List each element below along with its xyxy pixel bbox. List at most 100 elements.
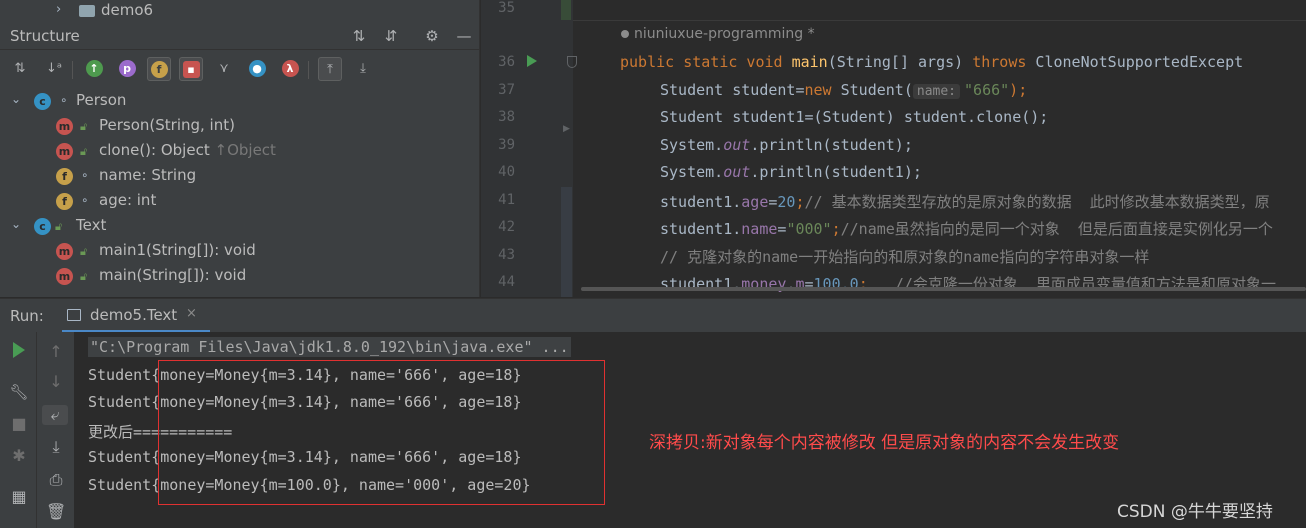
keyword: public static void: [620, 53, 792, 71]
chevron-right-icon[interactable]: ›: [56, 2, 61, 17]
tree-item-person-class[interactable]: ⌄ c ∘ Person: [0, 89, 479, 114]
code-editor[interactable]: 35 36 37 38 39 40 41 42 43 44 ▶ niuniuxu…: [481, 0, 1306, 297]
static-field: out: [723, 163, 751, 181]
tree-item-main1-method[interactable]: m 🔓︎ main1(String[]): void: [0, 239, 479, 264]
show-fields-icon[interactable]: f: [147, 57, 171, 81]
string-literal: "000": [786, 220, 832, 238]
keyword: throws: [972, 53, 1027, 71]
collapse-all-icon[interactable]: ⇵: [381, 26, 401, 46]
tree-item-name-field[interactable]: f ∘ name: String: [0, 164, 479, 189]
method-icon: m: [56, 118, 73, 135]
tree-item-label: Person: [76, 91, 127, 109]
author-hint[interactable]: niuniuxue-programming *: [621, 26, 815, 42]
code-line-40[interactable]: System.out.println(student1);: [660, 163, 922, 181]
tree-item-person-constructor[interactable]: m 🔓︎ Person(String, int): [0, 114, 479, 139]
line-number: 38: [498, 109, 515, 125]
line-number: 41: [498, 192, 515, 208]
expand-all-icon[interactable]: ⇅: [349, 26, 369, 46]
gear-icon[interactable]: ⚙: [422, 26, 442, 46]
console-command[interactable]: "C:\Program Files\Java\jdk1.8.0_192\bin\…: [88, 337, 571, 357]
chevron-down-icon[interactable]: ⌄: [11, 92, 21, 106]
tree-item-label: clone(): Object: [99, 141, 210, 159]
override-suffix: ↑Object: [214, 141, 276, 159]
code-line-41[interactable]: student1.age=20;// 基本数据类型存放的是原对象的数据 此时修改…: [660, 191, 1270, 212]
wrench-icon[interactable]: 🔧︎: [9, 382, 29, 402]
show-inherited-icon[interactable]: ↑: [82, 57, 106, 81]
console-line: "C:\Program Files\Java\jdk1.8.0_192\bin\…: [88, 337, 571, 357]
show-lambdas-icon[interactable]: λ: [278, 57, 302, 81]
line-number: 44: [498, 274, 515, 290]
trash-icon[interactable]: 🗑︎: [46, 502, 66, 522]
tree-item-age-field[interactable]: f ∘ age: int: [0, 189, 479, 214]
comment: //name虽然指向的是同一个对象 但是后面直接是实例化另一个: [840, 220, 1273, 238]
show-anonymous-icon[interactable]: ⋎: [212, 57, 236, 81]
minimize-icon[interactable]: —: [454, 26, 474, 46]
rerun-icon[interactable]: [13, 342, 25, 358]
watermark: CSDN @牛牛要坚持: [1117, 502, 1273, 522]
arrow-up-icon[interactable]: ↑: [46, 342, 66, 362]
structure-header: Structure ⇅ ⇵ ⚙ —: [0, 22, 479, 50]
fold-arrow-icon[interactable]: ▶: [563, 124, 570, 134]
code-text: ;: [831, 220, 841, 238]
keyword: new: [804, 81, 832, 99]
code-line-42[interactable]: student1.name="000";//name虽然指向的是同一个对象 但是…: [660, 218, 1273, 239]
arrow-down-icon[interactable]: ↓: [46, 372, 66, 392]
navigate-to-source-icon[interactable]: ⤓: [351, 57, 375, 81]
run-toolbar-primary: 🔧︎ ■ ✱ ▦: [0, 332, 37, 528]
code-line-37[interactable]: Student student=new Student(name: "666");: [660, 81, 1027, 99]
chevron-down-icon[interactable]: ⌄: [11, 217, 21, 231]
tree-item-label-wrap: clone(): Object ↑Object: [99, 141, 276, 159]
line-number: 42: [498, 219, 515, 235]
method-separator: [573, 20, 1306, 21]
structure-title: Structure: [10, 27, 80, 45]
console-output[interactable]: "C:\Program Files\Java\jdk1.8.0_192\bin\…: [74, 332, 1306, 528]
code-text: Student(: [831, 81, 913, 99]
run-gutter-icon[interactable]: [527, 55, 537, 67]
stop-icon[interactable]: ■: [9, 414, 29, 434]
tree-item-label: Text: [76, 216, 107, 234]
vcs-modified-marker: [561, 187, 572, 297]
project-tree-item-demo6[interactable]: › demo6: [0, 0, 479, 22]
run-panel-header: Run: demo5.Text ×: [0, 298, 1306, 333]
code-line-39[interactable]: System.out.println(student);: [660, 136, 913, 154]
layout-icon[interactable]: ▦: [9, 487, 29, 507]
show-lambdas-circle-icon[interactable]: ●: [245, 57, 269, 81]
sort-alphabetically-icon[interactable]: ↓ᵃ: [42, 57, 66, 81]
close-icon[interactable]: ×: [186, 306, 197, 321]
sort-by-visibility-icon[interactable]: ⇅: [8, 57, 32, 81]
folder-icon: [79, 5, 95, 17]
tree-item-label: main1(String[]): void: [99, 241, 256, 259]
tree-item-label: age: int: [99, 191, 157, 209]
navigate-from-source-icon[interactable]: ⤒: [318, 57, 342, 81]
structure-toolbar: ⇅ ↓ᵃ ↑ p f ▪ ⋎ ● λ ⤒ ⤓: [0, 52, 479, 88]
vcs-added-marker: [561, 0, 571, 20]
run-tab-demo5-text[interactable]: demo5.Text ×: [62, 299, 210, 333]
code-line-43[interactable]: // 克隆对象的name一开始指向的和原对象的name指向的字符串对象一样: [660, 246, 1149, 267]
tree-item-label: Person(String, int): [99, 116, 235, 134]
line-number: 37: [498, 82, 515, 98]
code-line-38[interactable]: Student student1=(Student) student.clone…: [660, 108, 1048, 126]
fold-icon[interactable]: [567, 56, 577, 68]
bug-icon[interactable]: ✱: [9, 446, 29, 466]
static-field: out: [723, 136, 751, 154]
tree-item-text-class[interactable]: ⌄ c 🔓︎ Text: [0, 214, 479, 239]
number-literal: 20: [777, 193, 796, 211]
field-ref: age: [741, 193, 769, 211]
annotation-highlight-box: [158, 360, 605, 505]
tree-item-clone-method[interactable]: m 🔓︎ clone(): Object ↑Object: [0, 139, 479, 164]
print-icon[interactable]: ⎙: [46, 470, 66, 490]
class-icon: c: [34, 93, 51, 110]
show-non-public-icon[interactable]: ▪: [179, 57, 203, 81]
code-text: CloneNotSupportedExcept: [1026, 53, 1244, 71]
comment: // 基本数据类型存放的是原对象的数据 此时修改基本数据类型，原: [804, 193, 1270, 211]
show-properties-icon[interactable]: p: [115, 57, 139, 81]
horizontal-scrollbar[interactable]: [581, 287, 1306, 291]
soft-wrap-icon[interactable]: ⤶: [42, 405, 68, 425]
structure-panel: › demo6 Structure ⇅ ⇵ ⚙ — ⇅ ↓ᵃ ↑ p f ▪ ⋎…: [0, 0, 480, 297]
code-line-36[interactable]: public static void main(String[] args) t…: [620, 53, 1243, 71]
tree-item-label: main(String[]): void: [99, 266, 247, 284]
tree-item-main-method[interactable]: m 🔓︎ main(String[]): void: [0, 264, 479, 289]
scroll-to-end-icon[interactable]: ⤓: [46, 437, 66, 457]
editor-gutter: 35 36 37 38 39 40 41 42 43 44: [481, 0, 573, 297]
code-text: .println(student1);: [750, 163, 922, 181]
